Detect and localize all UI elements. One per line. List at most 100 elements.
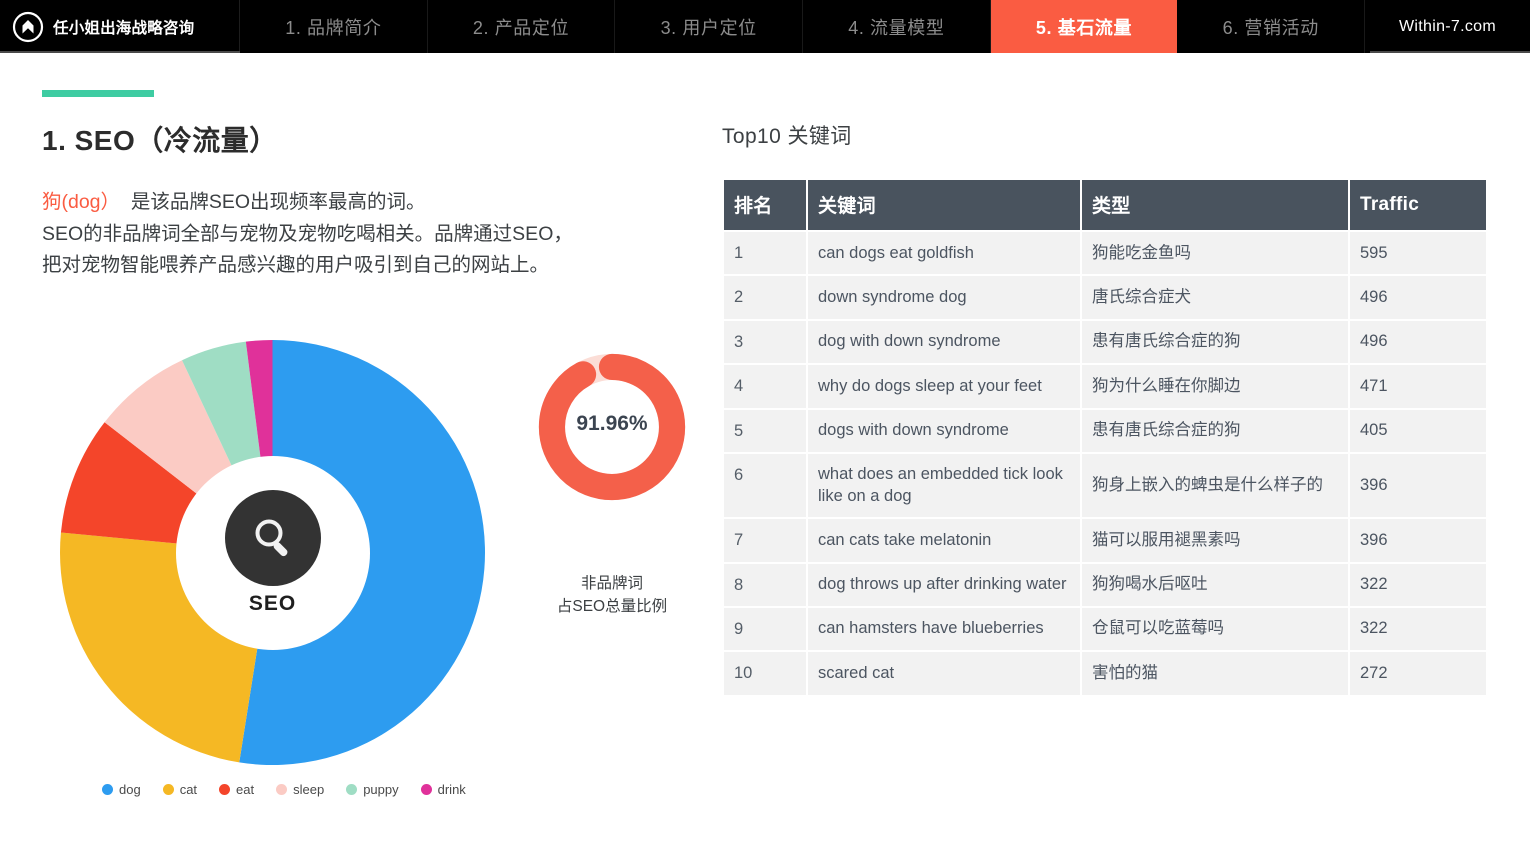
rank-cell: 1 (724, 232, 806, 275)
nav-tab-2[interactable]: 2. 产品定位 (428, 0, 616, 53)
type-cell: 狗为什么睡在你脚边 (1082, 365, 1348, 408)
table-row[interactable]: 8 dog throws up after drinking water 狗狗喝水后… (724, 563, 1486, 606)
traffic-cell: 396 (1350, 454, 1486, 518)
type-cell: 狗能吃金鱼吗 (1082, 232, 1348, 275)
table-row[interactable]: 1 can dogs eat goldfish 狗能吃金鱼吗 595 (724, 232, 1486, 275)
table-row[interactable]: 10 scared cat 害怕的猫 272 (724, 652, 1486, 695)
legend-swatch-drink (420, 784, 432, 795)
rank-cell: 10 (724, 652, 806, 695)
ring-caption-line-2: 占SEO总量比例 (556, 598, 668, 616)
ring-caption-line-1: 非品牌词 (580, 575, 643, 592)
keyword-cell: dogs with down syndrome (808, 409, 1080, 453)
type-cell: 猫可以服用褪黑素吗 (1082, 519, 1348, 562)
rank-cell: 9 (724, 607, 806, 651)
type-cell: 狗身上嵌入的蜱虫是什么样子的 (1082, 454, 1348, 518)
legend-item-puppy[interactable]: puppy (346, 782, 399, 797)
traffic-cell: 471 (1350, 365, 1486, 408)
donut-legend: dog cat eat sleep puppy drink (102, 782, 466, 797)
keyword-cell: dog throws up after drinking water (808, 563, 1080, 606)
table-row[interactable]: 2 down syndrome dog 唐氏综合症犬 496 (724, 276, 1486, 319)
legend-swatch-eat (219, 784, 231, 795)
keyword-cell: can dogs eat goldfish (808, 232, 1080, 275)
accent-bar (42, 90, 154, 97)
nav-tab-1[interactable]: 1. 品牌简介 (240, 0, 428, 53)
search-icon (224, 489, 321, 586)
site-underline (1370, 51, 1530, 53)
legend-item-drink[interactable]: drink (420, 782, 466, 797)
nav-tab-4[interactable]: 4. 流量模型 (803, 0, 991, 53)
description-line-3: 把对宠物智能喂养产品感兴趣的用户吸引到自己的网站上。 (42, 254, 550, 277)
rank-cell: 3 (724, 320, 806, 364)
legend-label-drink: drink (437, 782, 466, 797)
charts-area: SEO dog cat eat sleep puppy drink 91.96% 非品牌词… (42, 330, 692, 820)
legend-item-eat[interactable]: eat (219, 782, 254, 797)
type-cell: 害怕的猫 (1082, 652, 1348, 695)
table-row[interactable]: 5 dogs with down syndrome 患有唐氏综合症的狗 405 (724, 409, 1486, 453)
keyword-donut-chart: SEO (60, 340, 485, 765)
legend-label-puppy: puppy (363, 782, 399, 797)
type-cell: 仓鼠可以吃蓝莓吗 (1082, 607, 1348, 651)
right-content-column: Top10 关键词 排名 关键词 类型 Traffic 1 can dogs ea… (722, 120, 1486, 697)
traffic-cell: 272 (1350, 652, 1486, 695)
keyword-cell: dog with down syndrome (808, 320, 1080, 364)
column-header-keyword[interactable]: 关键词 (808, 180, 1080, 230)
legend-label-sleep: sleep (293, 782, 325, 797)
legend-swatch-sleep (276, 784, 288, 795)
column-header-type[interactable]: 类型 (1082, 180, 1348, 230)
legend-item-cat[interactable]: cat (162, 782, 197, 797)
nav-tab-6[interactable]: 6. 营销活动 (1177, 0, 1366, 53)
description-line-1: 狗(dog） 是该品牌SEO出现频率最高的词。 (42, 187, 692, 219)
table-row[interactable]: 3 dog with down syndrome 患有唐氏综合症的狗 496 (724, 320, 1486, 364)
table-header-row: 排名 关键词 类型 Traffic (724, 180, 1486, 230)
left-content-column: 1. SEO（冷流量） 狗(dog） 是该品牌SEO出现频率最高的词。 SEO的… (42, 90, 692, 282)
table-row[interactable]: 6 what does an embedded tick look like on… (724, 454, 1486, 518)
legend-label-eat: eat (236, 782, 255, 797)
top-navigation-bar: 任小姐出海战略咨询 1. 品牌简介 2. 产品定位 3. 用户定位 4. 流量模… (0, 0, 1530, 53)
legend-swatch-dog (102, 784, 113, 795)
type-cell: 狗狗喝水后呕吐 (1082, 563, 1348, 606)
table-body: 1 can dogs eat goldfish 狗能吃金鱼吗 595 2 down syn… (724, 232, 1486, 695)
traffic-cell: 322 (1350, 563, 1486, 606)
nav-tab-3[interactable]: 3. 用户定位 (615, 0, 804, 53)
rank-cell: 6 (724, 454, 806, 518)
search-glyph-icon (255, 519, 287, 556)
legend-item-dog[interactable]: dog (102, 782, 141, 797)
traffic-cell: 322 (1350, 607, 1486, 651)
traffic-cell: 595 (1350, 232, 1486, 275)
brand-underline (0, 51, 240, 53)
table-row[interactable]: 9 can hamsters have blueberries 仓鼠可以吃蓝莓吗 32… (724, 607, 1486, 651)
nonbrand-ratio-ring: 91.96% 非品牌词 占SEO总量比例 (512, 350, 712, 619)
nav-tab-5-active[interactable]: 5. 基石流量 (990, 0, 1178, 53)
keyword-cell: scared cat (808, 652, 1080, 695)
column-header-rank[interactable]: 排名 (724, 180, 806, 230)
ring-percentage-value: 91.96% (576, 412, 648, 435)
legend-swatch-cat (162, 784, 174, 795)
keyword-cell: why do dogs sleep at your feet (808, 365, 1080, 408)
rank-cell: 2 (724, 276, 806, 319)
traffic-cell: 496 (1350, 276, 1486, 319)
type-cell: 患有唐氏综合症的狗 (1082, 320, 1348, 364)
type-cell: 唐氏综合症犬 (1082, 276, 1348, 319)
legend-item-sleep[interactable]: sleep (276, 782, 324, 797)
highlight-keyword: 狗(dog） (42, 191, 121, 213)
circle-arrow-logo-icon (12, 11, 44, 42)
keyword-cell: what does an embedded tick look like on … (808, 454, 1080, 518)
table-title: Top10 关键词 (722, 125, 852, 148)
nav-tabs: 1. 品牌简介 2. 产品定位 3. 用户定位 4. 流量模型 5. 基石流量 … (240, 0, 1366, 53)
column-header-traffic[interactable]: Traffic (1350, 180, 1486, 230)
donut-center-hub: SEO (175, 455, 370, 650)
keyword-cell: can hamsters have blueberries (808, 607, 1080, 651)
brand-block[interactable]: 任小姐出海战略咨询 (0, 0, 240, 53)
description-line-2: SEO的非品牌词全部与宠物及宠物吃喝相关。品牌通过SEO， (42, 222, 573, 245)
rank-cell: 8 (724, 563, 806, 606)
keyword-cell: down syndrome dog (808, 276, 1080, 319)
table-row[interactable]: 7 can cats take melatonin 猫可以服用褪黑素吗 396 (724, 519, 1486, 562)
legend-label-dog: dog (119, 782, 141, 797)
page-title: 1. SEO（冷流量） (42, 125, 278, 156)
traffic-cell: 396 (1350, 519, 1486, 562)
brand-name: 任小姐出海战略咨询 (53, 19, 195, 37)
rank-cell: 7 (724, 519, 806, 562)
top-keywords-table: 排名 关键词 类型 Traffic 1 can dogs eat goldfish… (722, 178, 1488, 697)
table-row[interactable]: 4 why do dogs sleep at your feet 狗为什么睡在你脚边… (724, 365, 1486, 408)
legend-swatch-puppy (346, 784, 358, 795)
